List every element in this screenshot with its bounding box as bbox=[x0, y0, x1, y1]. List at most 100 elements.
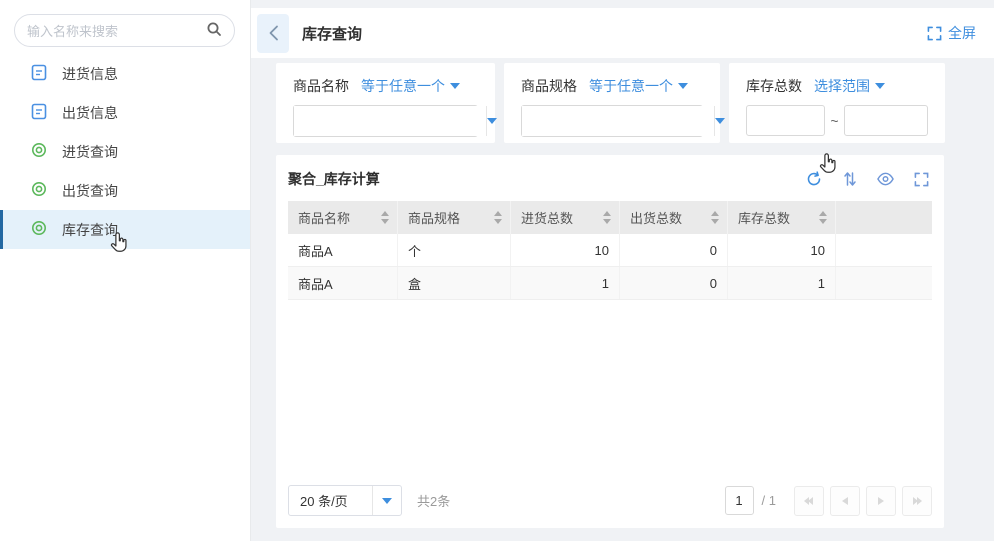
pagination-bar: 20 条/页 共2条 1 / 1 bbox=[288, 485, 932, 516]
range-separator: ~ bbox=[825, 113, 844, 129]
panel-title: 聚合_库存计算 bbox=[288, 169, 380, 189]
column-header-label: 商品名称 bbox=[298, 208, 350, 227]
sidebar-item-purchase-query[interactable]: 进货查询 bbox=[0, 132, 250, 171]
column-header-label: 出货总数 bbox=[630, 208, 682, 227]
table-toolbar bbox=[805, 171, 930, 188]
fullscreen-label: 全屏 bbox=[948, 23, 976, 43]
sidebar-item-shipment-query[interactable]: 出货查询 bbox=[0, 171, 250, 210]
page-header: 库存查询 全屏 bbox=[251, 8, 994, 58]
sidebar-item-label: 进货信息 bbox=[62, 64, 118, 84]
fullscreen-icon[interactable] bbox=[913, 171, 930, 188]
double-chevron-left-icon bbox=[803, 496, 815, 506]
cell-purchase-total: 10 bbox=[511, 234, 620, 266]
table-row[interactable]: 商品A 盒 1 0 1 bbox=[288, 267, 932, 300]
last-page-button[interactable] bbox=[902, 486, 932, 516]
document-icon bbox=[31, 103, 47, 123]
filter-operator-label: 选择范围 bbox=[814, 76, 870, 96]
cell-product-spec: 个 bbox=[398, 234, 511, 266]
double-chevron-right-icon bbox=[911, 496, 923, 506]
sort-carets-icon[interactable] bbox=[819, 211, 827, 224]
fullscreen-icon bbox=[927, 26, 942, 41]
search-placeholder: 输入名称来搜索 bbox=[27, 21, 206, 40]
filter-operator-dropdown[interactable]: 等于任意一个 bbox=[589, 76, 688, 96]
target-icon bbox=[31, 142, 47, 161]
column-header-product-spec[interactable]: 商品规格 bbox=[398, 201, 511, 234]
chevron-right-icon bbox=[877, 496, 885, 506]
chevron-left-icon bbox=[268, 25, 279, 41]
filter-card-inventory-total: 库存总数 选择范围 ~ bbox=[729, 63, 945, 143]
column-header-empty bbox=[836, 201, 932, 234]
filter-operator-label: 等于任意一个 bbox=[361, 76, 445, 96]
cell-shipment-total: 0 bbox=[620, 234, 728, 266]
sidebar-item-label: 进货查询 bbox=[62, 142, 118, 162]
select-arrow-button[interactable] bbox=[372, 486, 401, 515]
caret-down-icon bbox=[382, 498, 392, 504]
column-header-shipment-total[interactable]: 出货总数 bbox=[620, 201, 728, 234]
cell-empty bbox=[836, 234, 932, 266]
column-header-inventory-total[interactable]: 库存总数 bbox=[728, 201, 836, 234]
filter-select[interactable] bbox=[521, 105, 703, 137]
sidebar-item-label: 出货查询 bbox=[62, 181, 118, 201]
target-icon bbox=[31, 181, 47, 200]
next-page-button[interactable] bbox=[866, 486, 896, 516]
filter-operator-dropdown[interactable]: 等于任意一个 bbox=[361, 76, 460, 96]
filter-card-product-name: 商品名称 等于任意一个 bbox=[276, 63, 495, 143]
filter-select-input[interactable] bbox=[522, 106, 714, 136]
page-size-select[interactable]: 20 条/页 bbox=[288, 485, 402, 516]
sidebar-menu: 进货信息 出货信息 进货查询 出货查询 库存查询 bbox=[0, 54, 250, 249]
table-row[interactable]: 商品A 个 10 0 10 bbox=[288, 234, 932, 267]
filter-label: 库存总数 bbox=[746, 76, 802, 96]
sort-carets-icon[interactable] bbox=[494, 211, 502, 224]
sort-icon[interactable] bbox=[841, 171, 858, 188]
prev-page-button[interactable] bbox=[830, 486, 860, 516]
first-page-button[interactable] bbox=[794, 486, 824, 516]
range-max-input[interactable] bbox=[844, 105, 928, 136]
filter-card-product-spec: 商品规格 等于任意一个 bbox=[504, 63, 720, 143]
cell-empty bbox=[836, 267, 932, 299]
column-header-label: 进货总数 bbox=[521, 208, 573, 227]
column-header-label: 库存总数 bbox=[738, 208, 790, 227]
fullscreen-button[interactable]: 全屏 bbox=[927, 23, 976, 43]
result-panel: 聚合_库存计算 商品名称 bbox=[276, 155, 944, 528]
sort-carets-icon[interactable] bbox=[603, 211, 611, 224]
column-header-label: 商品规格 bbox=[408, 208, 460, 227]
current-page-input[interactable]: 1 bbox=[725, 486, 754, 515]
sidebar-item-label: 出货信息 bbox=[62, 103, 118, 123]
filter-select[interactable] bbox=[293, 105, 478, 137]
page-title: 库存查询 bbox=[302, 23, 362, 44]
data-table: 商品名称 商品规格 进货总数 出货总数 库存总数 bbox=[288, 201, 932, 300]
sidebar-search[interactable]: 输入名称来搜索 bbox=[14, 14, 235, 47]
sidebar-item-purchase-info[interactable]: 进货信息 bbox=[0, 54, 250, 93]
sidebar: 输入名称来搜索 进货信息 出货信息 进货查询 出货 bbox=[0, 0, 251, 541]
sort-carets-icon[interactable] bbox=[381, 211, 389, 224]
sort-carets-icon[interactable] bbox=[711, 211, 719, 224]
filter-bar: 商品名称 等于任意一个 商品规格 等于任意一个 bbox=[276, 63, 945, 143]
filter-select-input[interactable] bbox=[294, 106, 486, 136]
sidebar-item-label: 库存查询 bbox=[62, 220, 118, 240]
sidebar-item-shipment-info[interactable]: 出货信息 bbox=[0, 93, 250, 132]
back-button[interactable] bbox=[257, 14, 289, 53]
caret-down-icon bbox=[487, 118, 497, 124]
select-arrow-button[interactable] bbox=[486, 106, 497, 136]
document-icon bbox=[31, 64, 47, 84]
sidebar-item-inventory-query[interactable]: 库存查询 bbox=[0, 210, 250, 249]
column-header-product-name[interactable]: 商品名称 bbox=[288, 201, 398, 234]
range-min-input[interactable] bbox=[746, 105, 825, 136]
chevron-left-icon bbox=[841, 496, 849, 506]
caret-down-icon bbox=[715, 118, 725, 124]
search-icon[interactable] bbox=[206, 21, 222, 40]
filter-label: 商品规格 bbox=[521, 76, 577, 96]
cell-product-name: 商品A bbox=[288, 267, 398, 299]
filter-operator-dropdown[interactable]: 选择范围 bbox=[814, 76, 885, 96]
total-pages-label: / 1 bbox=[762, 493, 776, 508]
refresh-icon[interactable] bbox=[805, 171, 822, 188]
select-arrow-button[interactable] bbox=[714, 106, 725, 136]
filter-label: 商品名称 bbox=[293, 76, 349, 96]
caret-down-icon bbox=[678, 83, 688, 89]
pager: 1 / 1 bbox=[725, 486, 932, 516]
total-count: 共2条 bbox=[417, 491, 450, 510]
cell-purchase-total: 1 bbox=[511, 267, 620, 299]
filter-operator-label: 等于任意一个 bbox=[589, 76, 673, 96]
eye-icon[interactable] bbox=[877, 171, 894, 188]
column-header-purchase-total[interactable]: 进货总数 bbox=[511, 201, 620, 234]
